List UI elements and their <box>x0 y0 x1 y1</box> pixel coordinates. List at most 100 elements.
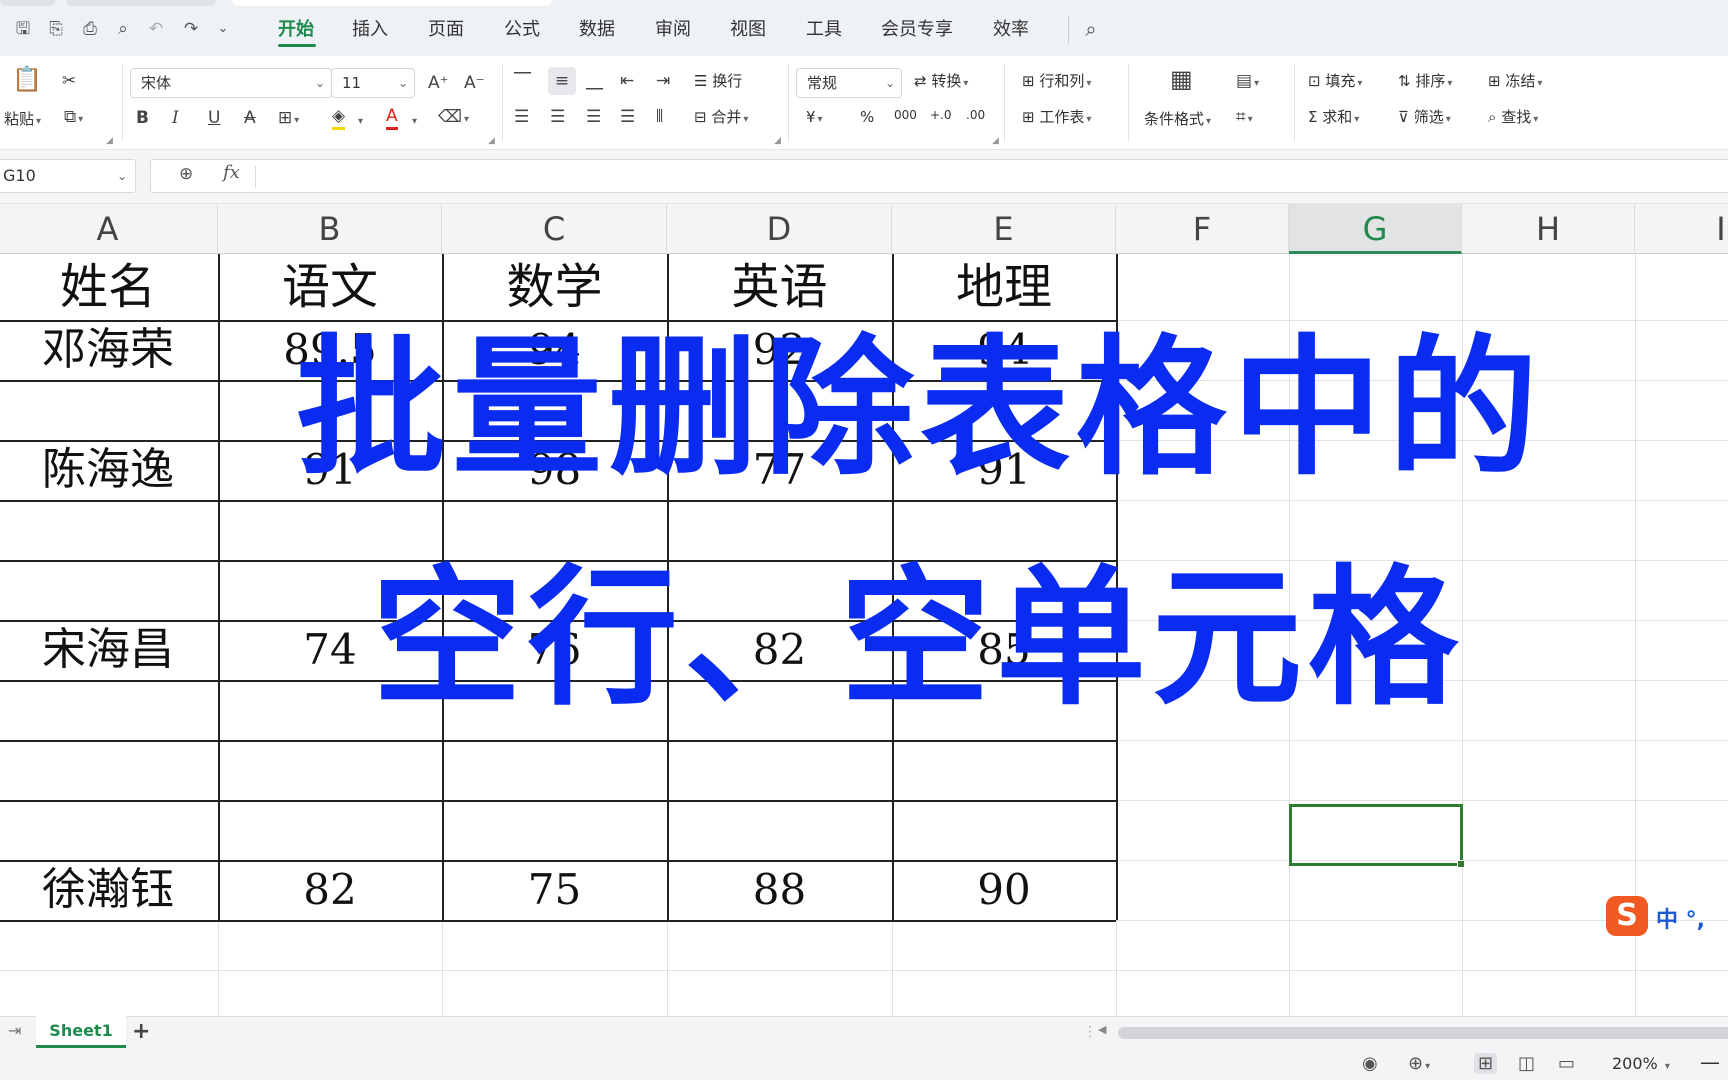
score-cell[interactable] <box>442 680 667 740</box>
tab-page[interactable]: 页面 <box>428 17 464 43</box>
score-cell[interactable] <box>442 740 667 800</box>
column-header-c[interactable]: C <box>442 204 667 254</box>
column-header-e[interactable]: E <box>892 204 1116 254</box>
sort-button[interactable]: ⇅ 排序 ▾ <box>1398 70 1452 95</box>
score-cell[interactable] <box>442 380 667 440</box>
score-cell[interactable] <box>892 800 1116 860</box>
font-size-select[interactable]: 11 ⌄ <box>331 68 415 98</box>
chevron-down-icon[interactable]: ▾ <box>356 108 363 133</box>
redo-icon[interactable]: ↷ <box>180 18 202 40</box>
name-cell[interactable] <box>0 500 218 560</box>
name-cell[interactable]: 徐瀚钰 <box>0 860 218 920</box>
score-cell[interactable]: 75 <box>442 860 667 920</box>
window-tab[interactable] <box>66 0 216 6</box>
table-header-cell[interactable]: 英语 <box>667 254 892 320</box>
score-cell[interactable]: 85 <box>892 620 1116 680</box>
tab-view[interactable]: 视图 <box>730 17 766 43</box>
justify-icon[interactable]: ☰ <box>620 106 635 128</box>
score-cell[interactable] <box>892 560 1116 620</box>
conditional-format-button[interactable]: 条件格式 ▾ <box>1144 108 1211 133</box>
page-layout-icon[interactable]: ◫ <box>1518 1053 1535 1074</box>
font-color-icon[interactable]: A <box>386 105 398 130</box>
save-icon[interactable]: 🖫 <box>12 18 34 40</box>
border-icon[interactable]: ⊞ ▾ <box>278 107 299 132</box>
score-cell[interactable] <box>442 500 667 560</box>
cut-icon[interactable]: ✂ <box>62 70 76 92</box>
chevron-down-icon[interactable]: ⌄ <box>212 18 234 40</box>
name-cell[interactable] <box>0 800 218 860</box>
align-left-icon[interactable]: ☰ <box>514 106 529 128</box>
decrease-indent-icon[interactable]: ⇤ <box>620 70 634 92</box>
ime-toolbar[interactable]: S 中 °, <box>1606 894 1728 938</box>
convert-button[interactable]: ⇄ 转换 ▾ <box>914 70 968 95</box>
window-tab-active[interactable] <box>232 0 552 6</box>
cell-style-icon[interactable]: ▤ ▾ <box>1236 70 1259 95</box>
find-button[interactable]: ⌕ 查找 ▾ <box>1488 106 1538 131</box>
tab-data[interactable]: 数据 <box>579 17 615 43</box>
decrease-decimal-button[interactable]: .00 <box>966 104 985 126</box>
score-cell[interactable] <box>892 680 1116 740</box>
score-cell[interactable] <box>892 380 1116 440</box>
worksheet-button[interactable]: ⊞ 工作表 ▾ <box>1022 106 1091 131</box>
conditional-format-icon[interactable]: ▦ <box>1170 67 1193 91</box>
name-cell[interactable] <box>0 740 218 800</box>
column-header-i[interactable]: I <box>1635 204 1728 254</box>
score-cell[interactable]: 90 <box>892 860 1116 920</box>
align-middle-icon[interactable]: ≡ <box>548 67 576 95</box>
dialog-launcher-icon[interactable]: ◢ <box>106 136 113 146</box>
bold-button[interactable]: B <box>136 107 149 129</box>
score-cell[interactable] <box>218 740 442 800</box>
undo-icon[interactable]: ↶ <box>145 18 167 40</box>
fill-color-icon[interactable]: ◈ <box>332 105 346 130</box>
score-cell[interactable] <box>218 380 442 440</box>
align-center-icon[interactable]: ☰ <box>550 106 565 128</box>
score-cell[interactable]: 98 <box>442 440 667 500</box>
merge-button[interactable]: ⊟ 合并 ▾ <box>694 106 748 131</box>
column-header-b[interactable]: B <box>218 204 442 254</box>
fill-button[interactable]: ⊡ 填充 ▾ <box>1308 70 1362 95</box>
column-header-f[interactable]: F <box>1116 204 1289 254</box>
thousands-button[interactable]: 000 <box>894 104 917 126</box>
copy-format-icon[interactable]: ⧉ ▾ <box>64 106 83 131</box>
tab-efficiency[interactable]: 效率 <box>993 17 1029 43</box>
dialog-launcher-icon[interactable]: ◢ <box>488 136 495 146</box>
score-cell[interactable] <box>667 680 892 740</box>
active-cell-G10[interactable] <box>1289 804 1465 868</box>
score-cell[interactable] <box>667 380 892 440</box>
decrease-font-icon[interactable]: A⁻ <box>464 72 485 94</box>
chevron-down-icon[interactable]: ▾ <box>410 108 417 133</box>
name-cell[interactable] <box>0 680 218 740</box>
window-tab[interactable] <box>0 0 55 6</box>
score-cell[interactable]: 77 <box>667 440 892 500</box>
column-header-d[interactable]: D <box>667 204 892 254</box>
score-cell[interactable] <box>892 500 1116 560</box>
fx-icon[interactable]: fx <box>223 162 240 183</box>
horizontal-scrollbar[interactable] <box>1118 1027 1728 1039</box>
sheet-tab-sheet1[interactable]: Sheet1 <box>36 1016 126 1048</box>
wrap-text-button[interactable]: ☰ 换行 <box>694 70 742 92</box>
score-cell[interactable] <box>667 560 892 620</box>
tab-formula[interactable]: 公式 <box>504 17 540 43</box>
score-cell[interactable]: 94 <box>892 320 1116 380</box>
tab-insert[interactable]: 插入 <box>352 17 388 43</box>
score-cell[interactable]: 82 <box>218 860 442 920</box>
tab-review[interactable]: 审阅 <box>655 17 691 43</box>
normal-view-icon[interactable]: ⊞ <box>1474 1053 1498 1074</box>
rows-cols-button[interactable]: ⊞ 行和列 ▾ <box>1022 70 1091 95</box>
score-cell[interactable] <box>218 680 442 740</box>
increase-decimal-button[interactable]: +.0 <box>930 104 952 126</box>
score-cell[interactable] <box>442 800 667 860</box>
name-cell[interactable]: 邓海荣 <box>0 320 218 380</box>
score-cell[interactable]: 76 <box>442 620 667 680</box>
dialog-launcher-icon[interactable]: ◢ <box>992 136 999 146</box>
paste-icon[interactable]: 📋 <box>12 67 42 91</box>
italic-button[interactable]: I <box>172 107 179 129</box>
number-format-select[interactable]: 常规 ⌄ <box>796 68 902 98</box>
name-cell[interactable] <box>0 560 218 620</box>
freeze-button[interactable]: ⊞ 冻结 ▾ <box>1488 70 1542 95</box>
underline-button[interactable]: U <box>208 107 220 129</box>
score-cell[interactable]: 91 <box>218 440 442 500</box>
dialog-launcher-icon[interactable]: ◢ <box>774 136 781 146</box>
name-cell[interactable]: 宋海昌 <box>0 620 218 680</box>
sum-button[interactable]: Σ 求和 ▾ <box>1308 106 1359 131</box>
